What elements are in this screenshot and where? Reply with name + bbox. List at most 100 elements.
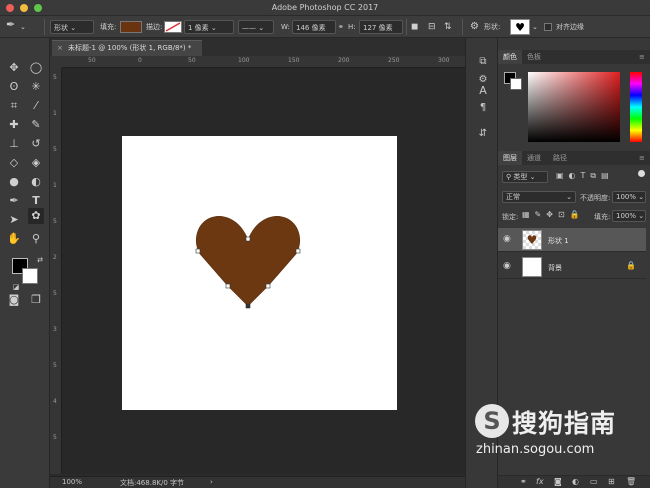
quick-mask-icon[interactable]: ◙ [6, 292, 22, 308]
align-edges-checkbox[interactable] [544, 23, 552, 31]
document-info[interactable]: 文档:468.8K/0 字节 [120, 478, 184, 488]
background-color-swatch[interactable] [22, 268, 38, 284]
history-icon[interactable]: ⧉ [475, 56, 491, 70]
lasso-tool-icon[interactable]: ʘ [6, 79, 22, 95]
document-canvas[interactable] [122, 136, 397, 410]
eyedropper-tool-icon[interactable]: ⁄ [28, 98, 44, 114]
path-selection-icon[interactable]: ➤ [6, 212, 22, 228]
filter-toggle-icon[interactable] [638, 170, 645, 177]
panel-menu-icon[interactable]: ≡ [634, 50, 650, 64]
hand-tool-icon[interactable]: ✋ [6, 231, 22, 247]
tab-layers[interactable]: 图层 [498, 151, 522, 165]
custom-shape-tool-icon[interactable]: ✿ [28, 208, 44, 224]
trash-icon[interactable]: 🗑 [626, 477, 636, 486]
link-icon[interactable]: ⚭ [338, 20, 344, 34]
healing-brush-icon[interactable]: ✚ [6, 117, 22, 133]
type-tool-icon[interactable]: T [28, 193, 44, 209]
shape-label: 形状: [484, 23, 501, 31]
adjustment-layer-icon[interactable]: ◐ [572, 477, 579, 486]
tool-mode-select[interactable]: 形状 ⌄ [50, 20, 94, 34]
opacity-input[interactable]: 100% ⌄ [612, 191, 646, 203]
color-field[interactable] [528, 72, 620, 142]
stroke-width-select[interactable]: 1 像素 ⌄ [184, 20, 234, 34]
layer-kind-filter[interactable]: ⚲ 类型 ⌄ [502, 171, 548, 183]
history-brush-icon[interactable]: ↺ [28, 136, 44, 152]
marquee-tool-icon[interactable]: ◯ [28, 60, 44, 76]
chevron-down-icon[interactable]: ⌄ [532, 20, 538, 34]
ruler-tick-label: 5 [53, 146, 57, 153]
width-input[interactable]: 146 像素 [292, 20, 336, 34]
status-bar: 100% 文档:468.8K/0 字节 › [50, 476, 465, 488]
brush-tool-icon[interactable]: ✎ [28, 117, 44, 133]
eye-icon[interactable]: ◉ [503, 261, 511, 271]
blend-mode-select[interactable]: 正常 ⌄ [502, 191, 576, 203]
close-icon[interactable]: × [57, 41, 63, 56]
layer-filter-icons[interactable]: ▣◐T⧉▤ [556, 171, 614, 181]
tab-swatches[interactable]: 色板 [522, 50, 546, 64]
pen-tool-preset-icon[interactable]: ✒ [6, 18, 15, 32]
sogou-watermark: S 搜狗指南 zhinan.sogou.com [470, 398, 650, 460]
layer-name[interactable]: 形状 1 [548, 236, 569, 246]
height-label: H: [348, 23, 356, 31]
layer-row-background[interactable]: ◉ 背景 🔒 [498, 255, 646, 279]
lock-options-icons[interactable]: ▦✎✥⊡🔒 [522, 210, 585, 219]
fill-label: 填充: [594, 213, 611, 221]
opacity-label: 不透明度: [580, 194, 611, 202]
layer-name[interactable]: 背景 [548, 263, 562, 273]
link-layers-icon[interactable]: ⚭ [520, 477, 527, 486]
color-panel-background[interactable] [510, 78, 522, 90]
screen-mode-icon[interactable]: ❐ [28, 292, 44, 308]
ruler-tick-label: 4 [53, 398, 57, 405]
ruler-tick-label: 200 [338, 57, 350, 64]
hue-slider[interactable] [630, 72, 642, 142]
layers-panel-footer: ⚭ fx ◙ ◐ ▭ ⊞ 🗑 [498, 475, 650, 488]
ruler-tick-label: 100 [238, 57, 250, 64]
blur-tool-icon[interactable]: ● [6, 174, 22, 190]
tab-color[interactable]: 颜色 [498, 50, 522, 64]
paint-bucket-icon[interactable]: ◈ [28, 155, 44, 171]
tab-channels[interactable]: 通道 [522, 151, 546, 165]
zoom-tool-icon[interactable]: ⚲ [28, 231, 44, 247]
document-tab[interactable]: × 未标题-1 @ 100% (形状 1, RGB/8*) * [52, 40, 202, 56]
lock-label: 锁定: [502, 213, 519, 221]
move-tool-icon[interactable]: ✥ [6, 60, 22, 76]
zoom-level[interactable]: 100% [62, 478, 82, 486]
glyphs-icon[interactable]: ⇵ [475, 128, 491, 142]
chevron-right-icon[interactable]: › [210, 478, 213, 486]
chevron-down-icon[interactable]: ⌄ [20, 20, 26, 34]
ruler-tick-label: 300 [438, 57, 450, 64]
new-layer-icon[interactable]: ⊞ [608, 477, 615, 486]
path-alignment-icon[interactable]: ⊟ [428, 20, 436, 34]
watermark-name: 搜狗指南 [512, 409, 617, 438]
fill-input[interactable]: 100% ⌄ [612, 210, 646, 222]
magic-wand-tool-icon[interactable]: ✳ [28, 79, 44, 95]
add-mask-icon[interactable]: ◙ [554, 477, 562, 486]
crop-tool-icon[interactable]: ⌗ [6, 98, 22, 114]
ruler-tick-label: 5 [53, 218, 57, 225]
stroke-swatch[interactable] [164, 21, 182, 33]
fx-icon[interactable]: fx [536, 477, 544, 486]
pen-tool-icon[interactable]: ✒ [6, 193, 22, 209]
stroke-style-select[interactable]: —— ⌄ [238, 20, 274, 34]
paragraph-icon[interactable]: ¶ [475, 102, 491, 116]
new-group-icon[interactable]: ▭ [590, 477, 598, 486]
path-arrangement-icon[interactable]: ⇅ [444, 20, 452, 34]
panel-menu-icon[interactable]: ≡ [634, 151, 650, 165]
vertical-ruler: 5 1 5 1 5 2 5 3 5 4 5 [50, 68, 62, 474]
character-icon[interactable]: A [475, 84, 491, 98]
dodge-tool-icon[interactable]: ◐ [28, 174, 44, 190]
clone-stamp-icon[interactable]: ⊥ [6, 136, 22, 152]
fill-swatch[interactable] [120, 21, 142, 33]
eye-icon[interactable]: ◉ [503, 234, 511, 244]
swap-colors-icon[interactable]: ⇄ [32, 252, 48, 268]
path-operations-icon[interactable]: ◼ [411, 20, 418, 34]
gear-icon[interactable]: ⚙ [470, 20, 479, 34]
tab-paths[interactable]: 路径 [548, 151, 572, 165]
layers-panel-tabs: 图层 通道 路径 ≡ [498, 151, 650, 165]
ruler-tick-label: 0 [138, 57, 142, 64]
eraser-tool-icon[interactable]: ◇ [6, 155, 22, 171]
ruler-tick-label: 5 [53, 74, 57, 81]
layer-row-shape[interactable]: ◉ ♥ 形状 1 [498, 228, 646, 252]
heart-shape-picker[interactable]: ♥ [510, 19, 530, 35]
height-input[interactable]: 127 像素 [359, 20, 403, 34]
